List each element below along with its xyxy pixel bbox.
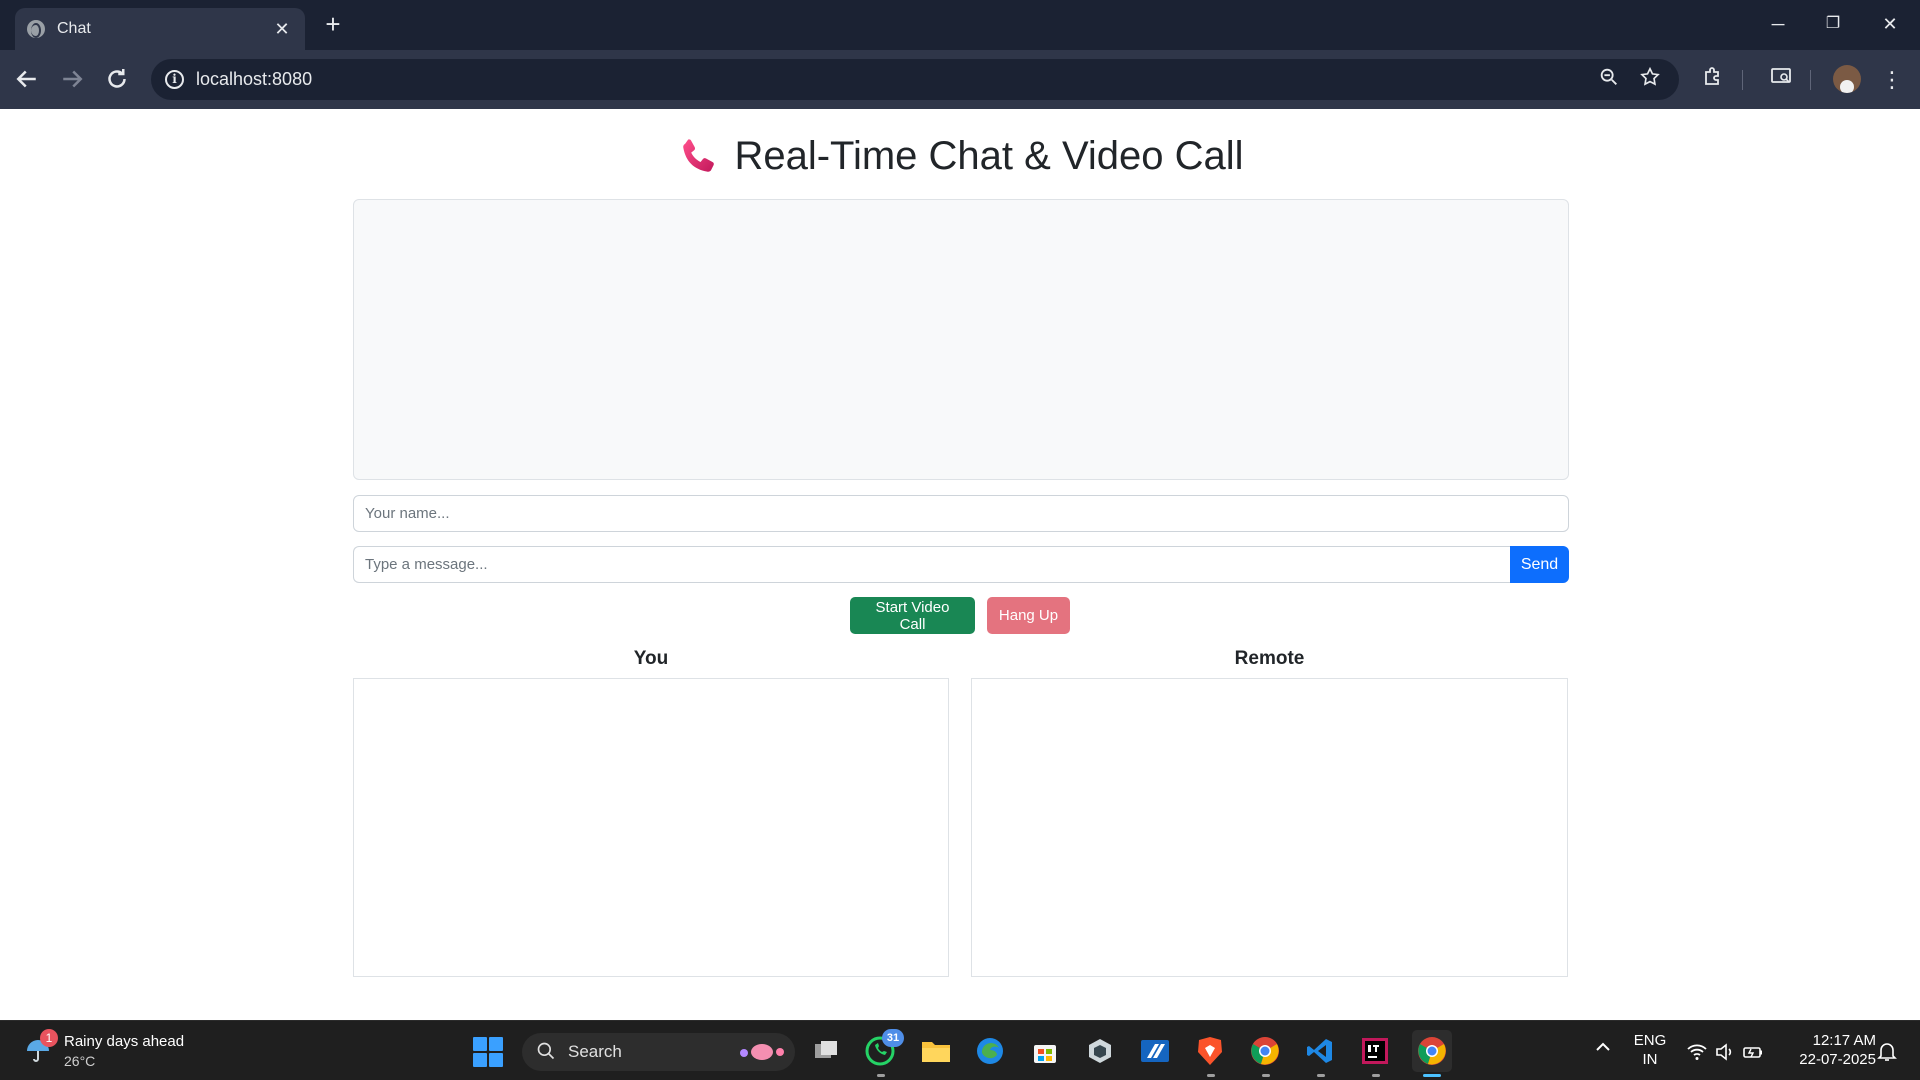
close-window-button[interactable]: ✕ (1870, 8, 1910, 40)
telephone-receiver-icon (683, 138, 715, 172)
page-title-text: Real-Time Chat & Video Call (734, 134, 1244, 178)
system-clock[interactable]: 12:17 AM 22-07-2025 (1780, 1031, 1876, 1069)
page-title: Real-Time Chat & Video Call (0, 134, 1920, 179)
weather-temperature: 26°C (64, 1053, 96, 1069)
profile-avatar[interactable] (1833, 65, 1861, 93)
brain-highlight-icon (740, 1044, 784, 1060)
toolbar-divider (1810, 70, 1811, 90)
windows-logo-icon (473, 1037, 487, 1051)
forward-button[interactable] (57, 64, 87, 94)
edge-browser-icon[interactable] (972, 1033, 1008, 1069)
zoom-icon[interactable] (1595, 66, 1623, 94)
bookmark-star-icon[interactable] (1636, 66, 1664, 94)
local-video-label: You (633, 648, 669, 669)
reload-icon (108, 69, 126, 88)
tab-title: Chat (57, 20, 91, 37)
restore-button[interactable]: ❐ (1813, 8, 1853, 40)
input-language[interactable]: ENG IN (1630, 1031, 1670, 1069)
site-info-icon[interactable]: i (165, 70, 184, 89)
chat-messages-box[interactable] (353, 199, 1569, 480)
running-indicator (1207, 1074, 1215, 1077)
running-indicator (1317, 1074, 1325, 1077)
running-indicator (1262, 1074, 1270, 1077)
running-indicator (877, 1074, 885, 1077)
toolbar-divider (1742, 70, 1743, 90)
task-view-icon[interactable] (808, 1033, 844, 1069)
arrow-left-icon (16, 70, 36, 88)
message-input[interactable] (353, 546, 1511, 583)
name-input[interactable] (353, 495, 1569, 532)
windows-taskbar: 1 Rainy days ahead 26°C Search 31 ENG IN… (0, 1020, 1920, 1080)
chrome-profile-icon[interactable] (1247, 1033, 1283, 1069)
hang-up-button[interactable]: Hang Up (987, 597, 1070, 634)
lang-region: IN (1642, 1051, 1658, 1068)
unity-hub-icon[interactable] (1082, 1033, 1118, 1069)
search-icon (537, 1042, 555, 1060)
file-explorer-icon[interactable] (918, 1033, 954, 1069)
back-button[interactable] (12, 64, 42, 94)
reload-button[interactable] (102, 64, 132, 94)
weather-badge: 1 (40, 1029, 58, 1047)
page-content: Real-Time Chat & Video Call Send Start V… (0, 109, 1920, 1020)
minimize-button[interactable]: ─ (1758, 8, 1798, 40)
intellij-idea-icon[interactable] (1357, 1033, 1393, 1069)
brave-browser-icon[interactable] (1192, 1033, 1228, 1069)
browser-tab[interactable]: Chat ✕ (15, 8, 305, 50)
address-bar[interactable]: i localhost:8080 (151, 59, 1679, 100)
running-indicator (1372, 1074, 1380, 1077)
send-button[interactable]: Send (1510, 546, 1569, 583)
browser-tab-bar: Chat ✕ + ─ ❐ ✕ (0, 0, 1920, 50)
close-tab-icon[interactable]: ✕ (271, 19, 293, 40)
vscode-icon[interactable] (1302, 1033, 1338, 1069)
chrome-active-icon[interactable] (1412, 1030, 1452, 1072)
arrow-right-icon (63, 70, 83, 88)
volume-icon[interactable] (1714, 1041, 1736, 1063)
weather-title[interactable]: Rainy days ahead (64, 1033, 184, 1050)
start-video-call-button[interactable]: Start Video Call (850, 597, 975, 634)
whatsapp-badge: 31 (882, 1029, 904, 1047)
menu-kebab-icon[interactable]: ⋮ (1876, 64, 1908, 96)
remote-video-label: Remote (1234, 648, 1305, 669)
remote-video (971, 678, 1568, 977)
lang-code: ENG (1633, 1032, 1667, 1049)
extensions-icon[interactable] (1697, 64, 1729, 96)
clock-time: 12:17 AM (1812, 1032, 1876, 1049)
start-button[interactable] (473, 1037, 503, 1067)
url-text[interactable]: localhost:8080 (196, 69, 312, 90)
local-video (353, 678, 949, 977)
mongodb-compass-icon[interactable] (1137, 1033, 1173, 1069)
taskbar-search[interactable]: Search (522, 1033, 795, 1071)
new-tab-button[interactable]: + (318, 10, 348, 40)
battery-icon[interactable] (1742, 1041, 1764, 1063)
notification-bell-icon[interactable] (1875, 1039, 1899, 1063)
tab-search-icon[interactable] (1765, 64, 1797, 96)
clock-date: 22-07-2025 (1799, 1051, 1876, 1068)
show-hidden-icons-chevron-icon[interactable] (1591, 1037, 1615, 1062)
microsoft-store-icon[interactable] (1027, 1033, 1063, 1069)
active-indicator (1423, 1074, 1441, 1077)
globe-icon (27, 20, 45, 38)
browser-toolbar: i localhost:8080 ⋮ (0, 50, 1920, 109)
wifi-icon[interactable] (1686, 1041, 1708, 1063)
search-label: Search (568, 1042, 622, 1061)
